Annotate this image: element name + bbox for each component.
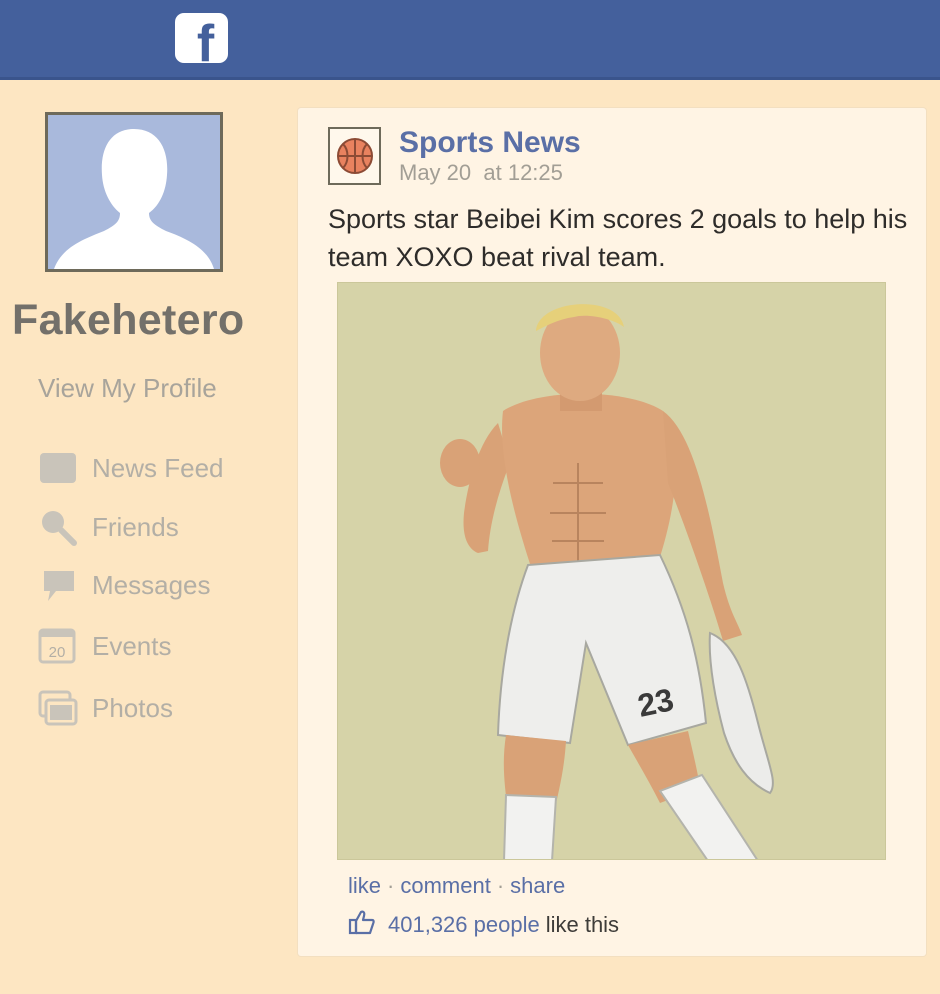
speech-bubble-icon <box>38 565 80 605</box>
share-link[interactable]: share <box>510 873 565 898</box>
photos-icon <box>38 688 80 728</box>
calendar-icon-text: 20 <box>49 644 66 661</box>
facebook-logo-letter: f <box>196 15 215 63</box>
sidebar-item-messages[interactable]: Messages <box>38 565 211 605</box>
news-feed-post: Sports News May 20 at 12:25 Sports star … <box>298 108 926 956</box>
sidebar-item-photos[interactable]: Photos <box>38 688 173 728</box>
post-timestamp[interactable]: May 20 at 12:25 <box>399 160 563 186</box>
default-profile-silhouette-icon <box>48 115 220 269</box>
page-name-link[interactable]: Sports News <box>399 126 581 160</box>
comment-link[interactable]: comment <box>400 873 490 898</box>
facebook-logo-icon[interactable]: f <box>175 13 228 63</box>
post-photo[interactable]: 23 <box>337 282 886 860</box>
basketball-icon[interactable] <box>328 127 381 185</box>
separator: · <box>387 873 395 898</box>
likes-summary: 401,326 people like this <box>348 908 619 942</box>
sidebar-item-friends[interactable]: Friends <box>38 507 179 547</box>
athlete-illustration: 23 <box>338 283 885 859</box>
post-actions: like · comment · share <box>348 873 565 899</box>
post-text: Sports star Beibei Kim scores 2 goals to… <box>328 204 908 272</box>
thumbs-up-icon <box>348 908 376 942</box>
likes-count-link[interactable]: 401,326 people <box>388 912 540 938</box>
profile-name[interactable]: Fakehetero <box>12 296 244 345</box>
sidebar-item-events[interactable]: 20 Events <box>38 626 172 666</box>
jersey-number: 23 <box>634 681 676 724</box>
search-icon <box>38 507 80 547</box>
news-feed-icon <box>38 448 80 488</box>
avatar[interactable] <box>45 112 223 272</box>
sidebar-item-label: Events <box>92 630 172 661</box>
sidebar-item-label: Photos <box>92 692 173 723</box>
likes-tail-text: like this <box>545 912 620 937</box>
view-my-profile-link[interactable]: View My Profile <box>38 373 217 404</box>
top-navigation-bar: f <box>0 0 940 80</box>
like-link[interactable]: like <box>348 873 381 898</box>
left-sidebar: Fakehetero View My Profile News Feed Fri… <box>0 83 290 994</box>
calendar-icon: 20 <box>38 626 80 666</box>
sidebar-item-label: Messages <box>92 569 211 600</box>
separator: · <box>496 873 505 898</box>
sidebar-item-label: Friends <box>92 511 179 542</box>
sidebar-item-news-feed[interactable]: News Feed <box>38 448 224 488</box>
sidebar-item-label: News Feed <box>92 452 224 483</box>
